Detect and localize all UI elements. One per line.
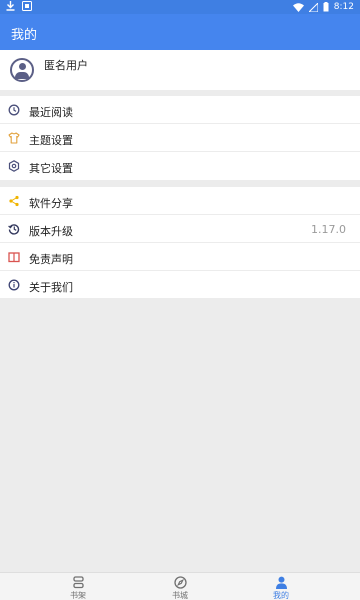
bottom-nav: 书架 书城 我的 xyxy=(0,572,360,600)
menu-item-label: 其它设置 xyxy=(29,162,73,175)
menu-item-label: 主题设置 xyxy=(29,134,73,147)
signal-icon xyxy=(308,2,318,12)
profile-row[interactable]: 匿名用户 xyxy=(0,50,360,90)
info-icon xyxy=(8,279,20,291)
menu-group-settings: 最近阅读 主题设置 其它设置 xyxy=(0,96,360,180)
share-icon xyxy=(9,195,19,207)
tab-mine[interactable]: 我的 xyxy=(261,576,301,600)
menu-item-label: 版本升级 xyxy=(29,225,73,238)
menu-item-recent-reading[interactable]: 最近阅读 xyxy=(0,96,360,124)
shirt-icon xyxy=(8,132,20,144)
wifi-icon xyxy=(292,2,304,12)
notification-icon xyxy=(22,1,32,11)
page-title: 我的 xyxy=(11,28,38,43)
menu-item-version-upgrade[interactable]: 版本升级 1.17.0 xyxy=(0,215,360,243)
menu-item-other-settings[interactable]: 其它设置 xyxy=(0,152,360,180)
status-bar: 8:12 xyxy=(0,0,360,14)
gear-icon xyxy=(8,160,20,172)
content-area: 匿名用户 最近阅读 主题设置 其它设置 软件分享 版本升级 1.17.0 免责声… xyxy=(0,50,360,572)
tab-label: 我的 xyxy=(273,591,289,600)
tab-label: 书城 xyxy=(172,591,188,600)
clock-icon xyxy=(8,104,20,116)
tab-label: 书架 xyxy=(70,591,86,600)
person-icon xyxy=(275,576,287,589)
menu-group-about: 软件分享 版本升级 1.17.0 免责声明 关于我们 xyxy=(0,187,360,298)
tab-bookshelf[interactable]: 书架 xyxy=(58,576,98,600)
book-icon xyxy=(8,252,20,263)
menu-item-disclaimer[interactable]: 免责声明 xyxy=(0,243,360,271)
menu-item-label: 关于我们 xyxy=(29,281,73,294)
download-icon xyxy=(6,1,15,11)
user-name: 匿名用户 xyxy=(44,59,88,72)
compass-icon xyxy=(173,576,187,589)
tab-bookstore[interactable]: 书城 xyxy=(160,576,200,600)
history-icon xyxy=(8,224,20,235)
menu-item-about-us[interactable]: 关于我们 xyxy=(0,271,360,299)
menu-item-label: 免责声明 xyxy=(29,253,73,266)
menu-item-label: 最近阅读 xyxy=(29,106,73,119)
menu-item-share[interactable]: 软件分享 xyxy=(0,187,360,215)
battery-icon xyxy=(323,2,329,12)
version-value: 1.17.0 xyxy=(311,223,346,236)
bookshelf-icon xyxy=(72,576,84,589)
app-bar: 我的 xyxy=(0,14,360,50)
status-time: 8:12 xyxy=(333,2,354,12)
menu-item-theme-settings[interactable]: 主题设置 xyxy=(0,124,360,152)
avatar-icon xyxy=(10,58,34,82)
menu-item-label: 软件分享 xyxy=(29,197,73,210)
